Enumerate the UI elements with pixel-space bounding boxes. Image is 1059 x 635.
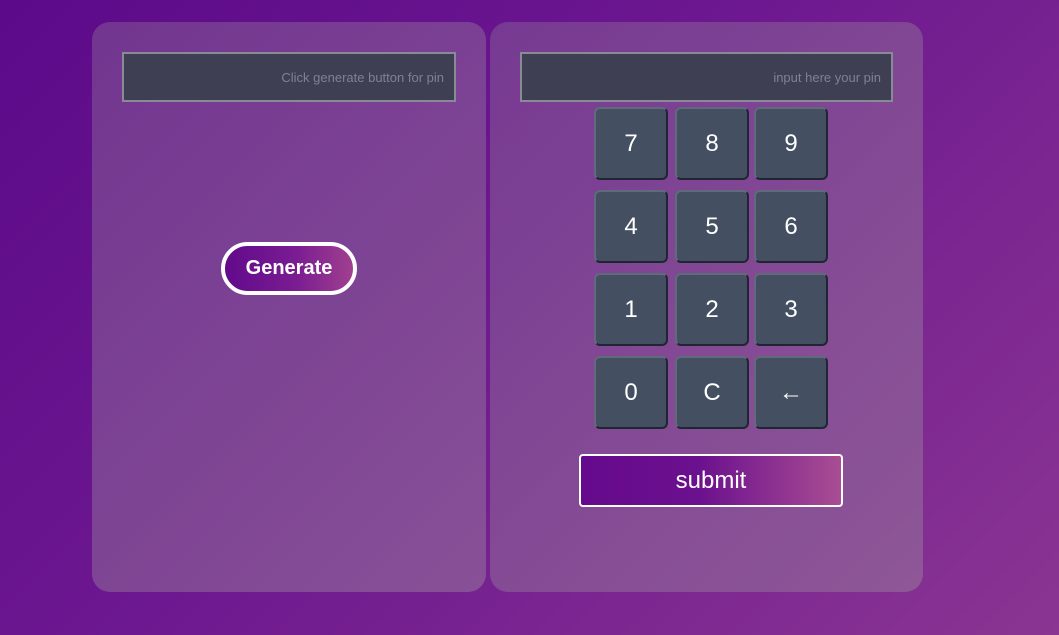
keypad: 7 8 9 4 5 6 1 2 3 0 C ← bbox=[594, 107, 830, 429]
pin-input-field[interactable] bbox=[520, 52, 893, 102]
key-0[interactable]: 0 bbox=[594, 356, 668, 429]
key-7[interactable]: 7 bbox=[594, 107, 668, 180]
generated-pin-display[interactable] bbox=[122, 52, 456, 102]
key-9[interactable]: 9 bbox=[754, 107, 828, 180]
key-3[interactable]: 3 bbox=[754, 273, 828, 346]
submit-button[interactable]: submit bbox=[579, 454, 843, 507]
pin-entry-panel: 7 8 9 4 5 6 1 2 3 0 C ← submit bbox=[490, 22, 923, 592]
backspace-key[interactable]: ← bbox=[754, 356, 828, 429]
key-5[interactable]: 5 bbox=[675, 190, 749, 263]
generate-button[interactable]: Generate bbox=[221, 242, 357, 295]
key-clear[interactable]: C bbox=[675, 356, 749, 429]
key-8[interactable]: 8 bbox=[675, 107, 749, 180]
pin-generator-panel: Generate bbox=[92, 22, 486, 592]
key-2[interactable]: 2 bbox=[675, 273, 749, 346]
key-6[interactable]: 6 bbox=[754, 190, 828, 263]
key-4[interactable]: 4 bbox=[594, 190, 668, 263]
key-1[interactable]: 1 bbox=[594, 273, 668, 346]
